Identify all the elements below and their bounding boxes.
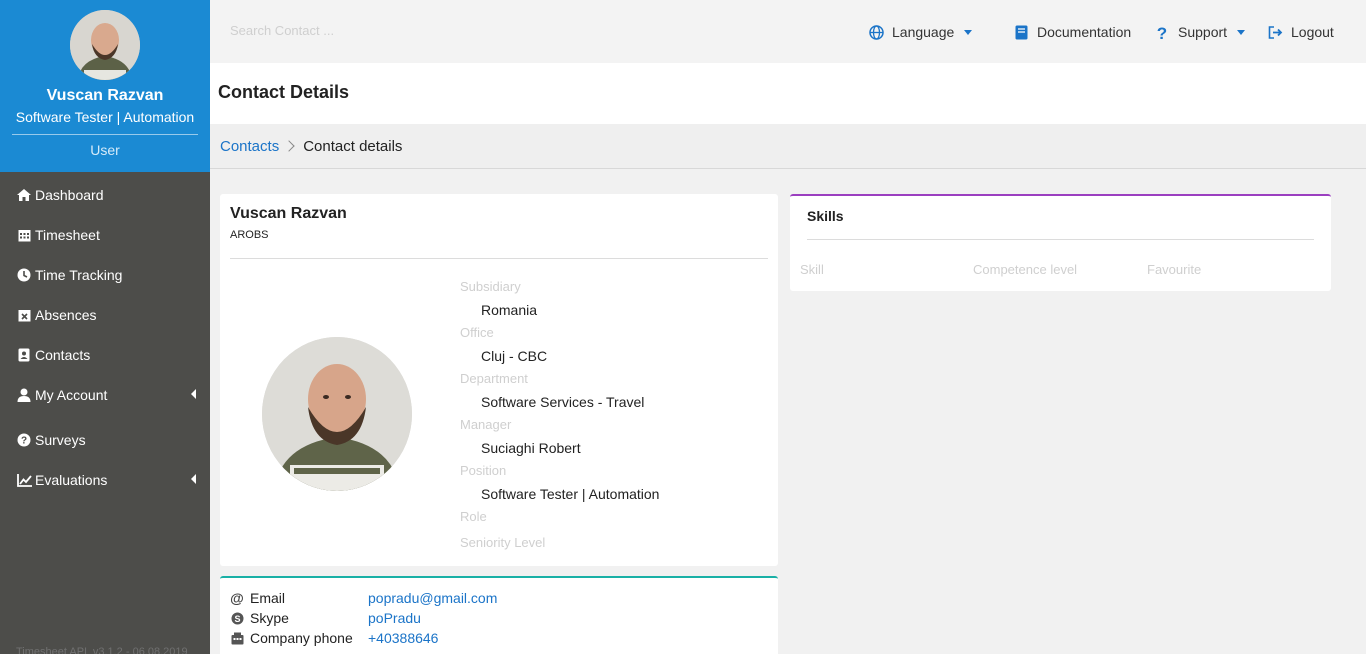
support-label: Support [1178, 24, 1228, 40]
sidebar-item-label: Time Tracking [35, 267, 123, 283]
calendar-icon [16, 227, 32, 243]
sidebar-item-label: Contacts [35, 347, 91, 363]
email-link[interactable]: popradu@gmail.com [368, 590, 497, 606]
sidebar-item-evaluations[interactable]: Evaluations [0, 460, 210, 500]
field-label-role: Role [460, 509, 487, 524]
sidebar-item-label: Surveys [35, 432, 86, 448]
book-icon [1013, 24, 1029, 40]
breadcrumb-current: Contact details [303, 137, 403, 155]
svg-text:S: S [234, 614, 240, 624]
profile-divider [12, 134, 198, 135]
page-header: Contact Details [210, 63, 1366, 124]
field-label-department: Department [460, 371, 528, 386]
sidebar-item-contacts[interactable]: Contacts [0, 335, 210, 375]
sidebar-item-label: Absences [35, 307, 97, 323]
globe-icon [868, 24, 884, 40]
card-divider [807, 239, 1314, 240]
user-profile-panel: Vuscan Razvan Software Tester | Automati… [0, 0, 210, 172]
skype-icon: S [230, 611, 244, 625]
sidebar: Vuscan Razvan Software Tester | Automati… [0, 0, 210, 654]
chevron-right-icon [283, 140, 295, 152]
field-value-office: Cluj - CBC [481, 348, 548, 364]
info-label: Skype [250, 610, 289, 626]
contact-card-icon [16, 347, 32, 363]
sidebar-item-surveys[interactable]: ? Surveys [0, 420, 210, 460]
user-name: Vuscan Razvan [46, 87, 164, 104]
company-phone-link[interactable]: +40388646 [368, 630, 438, 646]
svg-text:?: ? [1157, 25, 1167, 40]
contact-company: AROBS [230, 229, 269, 241]
info-row-email: @ Email popradu@gmail.com [230, 588, 497, 608]
page-title: Contact Details [218, 82, 350, 102]
sidebar-item-label: Timesheet [35, 227, 100, 243]
sidebar-item-label: Evaluations [35, 472, 108, 488]
sidebar-item-label: Dashboard [35, 187, 104, 203]
question-icon: ? [1154, 24, 1170, 40]
documentation-label: Documentation [1037, 24, 1132, 40]
field-label-subsidiary: Subsidiary [460, 279, 521, 294]
chevron-down-icon [964, 29, 973, 35]
expand-caret-icon [191, 474, 196, 484]
field-label-manager: Manager [460, 417, 512, 432]
field-value-subsidiary: Romania [481, 302, 538, 318]
fax-phone-icon [230, 631, 244, 645]
field-value-manager: Suciaghi Robert [481, 440, 581, 456]
breadcrumb: Contacts Contact details [210, 124, 1366, 169]
sidebar-nav: Dashboard Timesheet Time Tracking Absenc… [0, 175, 210, 500]
at-icon: @ [230, 591, 244, 605]
contact-photo [262, 337, 412, 491]
breadcrumb-contacts-link[interactable]: Contacts [220, 138, 279, 155]
svg-text:?: ? [21, 436, 27, 447]
language-label: Language [892, 24, 955, 40]
language-dropdown[interactable]: Language [868, 22, 973, 42]
documentation-link[interactable]: Documentation [1013, 22, 1131, 42]
home-icon [16, 187, 32, 203]
contact-details-card: Vuscan Razvan AROBS Subsidiary Romania O… [220, 194, 778, 566]
sidebar-item-label: My Account [35, 387, 108, 403]
search-input[interactable] [230, 16, 530, 44]
user-type: User [90, 142, 120, 158]
info-row-skype: S Skype poPradu [230, 608, 421, 628]
support-dropdown[interactable]: ? Support [1154, 22, 1246, 42]
info-label: Email [250, 590, 286, 606]
field-value-position: Software Tester | Automation [481, 486, 660, 502]
calendar-x-icon [16, 307, 32, 323]
skills-card: Skills Skill Competence level Favourite [790, 194, 1331, 291]
skills-column-skill[interactable]: Skill [800, 262, 824, 277]
sidebar-item-time-tracking[interactable]: Time Tracking [0, 255, 210, 295]
sidebar-item-absences[interactable]: Absences [0, 295, 210, 335]
sidebar-item-my-account[interactable]: My Account [0, 375, 210, 415]
sidebar-item-dashboard[interactable]: Dashboard [0, 175, 210, 215]
logout-link[interactable]: Logout [1267, 22, 1334, 42]
question-circle-icon: ? [16, 432, 32, 448]
info-label: Company phone [250, 630, 353, 646]
chevron-down-icon [1237, 29, 1246, 35]
field-label-position: Position [460, 463, 507, 478]
user-title: Software Tester | Automation [15, 109, 195, 125]
card-divider [230, 258, 768, 259]
field-label-seniority-level: Seniority Level [460, 535, 546, 550]
svg-text:@: @ [230, 591, 244, 605]
avatar[interactable] [70, 10, 140, 80]
contact-name: Vuscan Razvan [230, 205, 347, 222]
expand-caret-icon [191, 389, 196, 399]
field-value-department: Software Services - Travel [481, 394, 645, 410]
clock-icon [16, 267, 32, 283]
field-label-office: Office [460, 325, 494, 340]
app-version: Timesheet APL v3.1.2 - 06.08.2019 [16, 646, 188, 654]
info-row-company-phone: Company phone +40388646 [230, 628, 438, 648]
skills-column-favourite[interactable]: Favourite [1147, 262, 1201, 277]
logout-label: Logout [1291, 24, 1334, 40]
logout-icon [1267, 24, 1283, 40]
sidebar-item-timesheet[interactable]: Timesheet [0, 215, 210, 255]
top-bar: Language Documentation ? Support Logout [210, 0, 1366, 63]
user-icon [16, 387, 32, 403]
line-chart-icon [16, 472, 32, 488]
skills-column-competence-level[interactable]: Competence level [973, 262, 1077, 277]
skype-link[interactable]: poPradu [368, 610, 421, 626]
contact-info-card: @ Email popradu@gmail.com S Skype poPrad… [220, 576, 778, 654]
skills-title: Skills [807, 208, 844, 224]
